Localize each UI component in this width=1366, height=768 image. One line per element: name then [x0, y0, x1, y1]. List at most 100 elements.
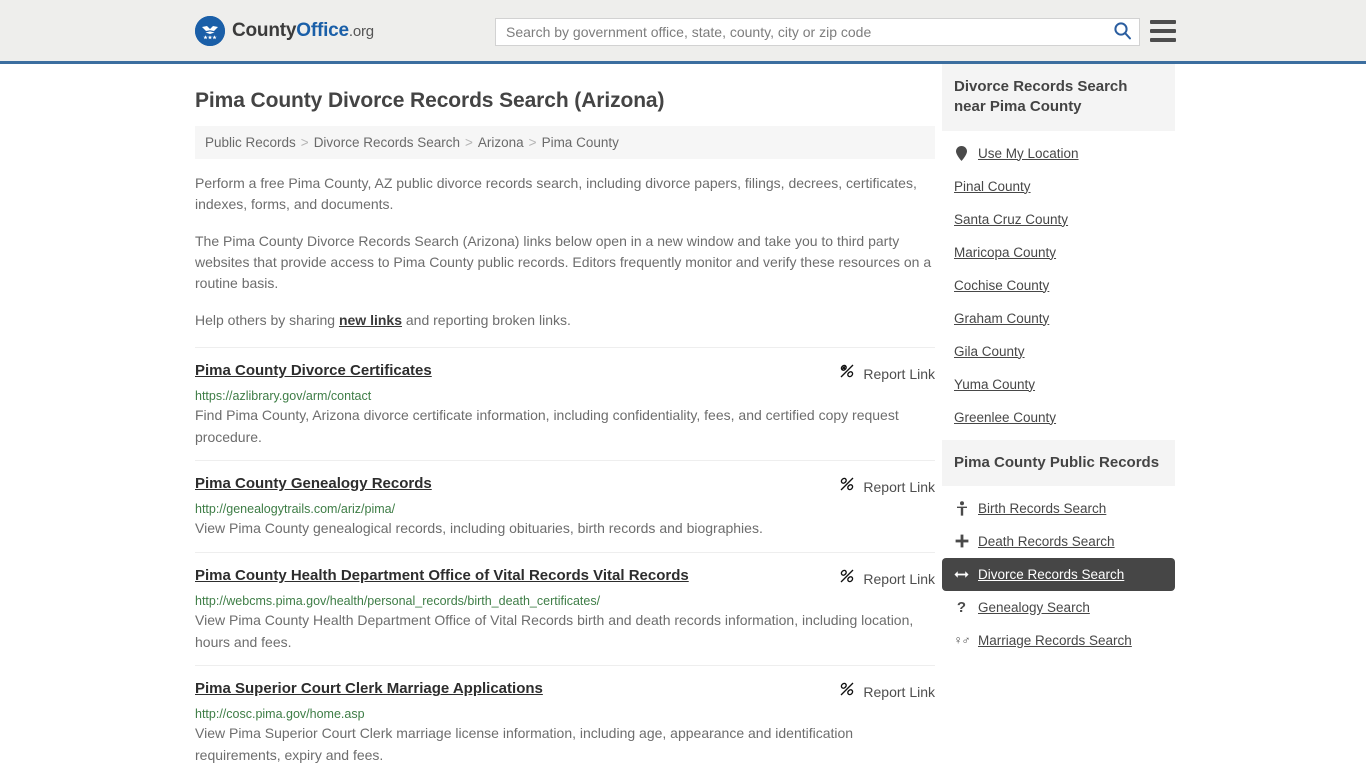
help-prefix: Help others by sharing [195, 312, 339, 328]
left-right-arrow-icon [954, 569, 969, 580]
intro-section: Perform a free Pima County, AZ public di… [195, 173, 935, 331]
report-link-button[interactable]: Report Link [839, 475, 935, 497]
breadcrumb: Public Records > Divorce Records Search > Ar… [195, 126, 935, 159]
sidebar-item-divorce-records-search[interactable]: Divorce Records Search [942, 557, 1175, 591]
report-link-label: Report Link [863, 478, 935, 495]
brand-tld: .org [348, 22, 374, 40]
breadcrumb-separator: > [465, 135, 473, 150]
result-description: View Pima Superior Court Clerk marriage … [195, 725, 854, 764]
search-button[interactable] [1105, 19, 1139, 45]
sidebar-item-pinal-county[interactable]: Pinal County [942, 170, 1175, 203]
breadcrumb-item-pima-county[interactable]: Pima County [542, 135, 619, 150]
sidebar-public-records-box: Pima County Public Records Birth Records… [942, 439, 1175, 657]
result-url[interactable]: http://genealogytrails.com/ariz/pima/ [195, 502, 935, 516]
report-link-button[interactable]: Report Link [839, 362, 935, 384]
sidebar-item-label: Pinal County [954, 178, 1031, 194]
page-title: Pima County Divorce Records Search (Ariz… [195, 89, 665, 112]
result-header: Pima County Genealogy Records Report Lin… [195, 475, 935, 497]
sidebar-item-genealogy-search[interactable]: ? Genealogy Search [942, 591, 1175, 624]
intro-paragraph-2: The Pima County Divorce Records Search (… [195, 233, 932, 291]
sidebar-item-label: Use My Location [978, 145, 1079, 161]
cross-icon [954, 534, 969, 548]
brand-part-two: Office [296, 19, 349, 41]
result-title-link[interactable]: Pima County Health Department Office of … [195, 567, 689, 586]
page-body: Pima County Divorce Records Search (Ariz… [0, 64, 1366, 768]
result-item: Pima County Health Department Office of … [195, 552, 935, 665]
sidebar-item-death-records-search[interactable]: Death Records Search [942, 525, 1175, 558]
report-link-button[interactable]: Report Link [839, 680, 935, 702]
new-links-link[interactable]: new links [339, 312, 402, 328]
sidebar: Divorce Records Search near Pima County … [942, 64, 1175, 768]
report-link-label: Report Link [863, 365, 935, 382]
help-suffix: and reporting broken links. [402, 312, 571, 328]
sidebar-item-birth-records-search[interactable]: Birth Records Search [942, 492, 1175, 525]
result-item: Pima Superior Court Clerk Marriage Appli… [195, 665, 935, 768]
main-content: Pima County Divorce Records Search (Ariz… [195, 64, 935, 768]
sidebar-item-santa-cruz-county[interactable]: Santa Cruz County [942, 203, 1175, 236]
result-header: Pima Superior Court Clerk Marriage Appli… [195, 680, 935, 702]
sidebar-item-greenlee-county[interactable]: Greenlee County [942, 401, 1175, 434]
search-icon [1113, 21, 1132, 43]
breadcrumb-separator: > [528, 135, 537, 150]
hamburger-bar [1150, 20, 1176, 24]
sidebar-nearby-box: Divorce Records Search near Pima County … [942, 64, 1175, 434]
male-female-icon: ♀♂ [953, 633, 971, 648]
sidebar-item-label: Death Records Search [978, 533, 1115, 549]
help-paragraph: Help others by sharing new links and rep… [195, 310, 935, 331]
search-input[interactable] [496, 19, 1105, 45]
site-logo-text: CountyOffice.org [232, 20, 374, 42]
search-bar[interactable] [495, 18, 1140, 46]
report-link-button[interactable]: Report Link [839, 567, 935, 589]
eagle-seal-logo-icon [195, 15, 225, 46]
hamburger-bar [1150, 29, 1176, 33]
sidebar-item-label: Marriage Records Search [978, 632, 1132, 648]
sidebar-item-gila-county[interactable]: Gila County [942, 335, 1175, 368]
sidebar-public-records-list: Birth Records Search Death Records Searc… [942, 486, 1175, 657]
result-title-link[interactable]: Pima County Divorce Certificates [195, 362, 432, 381]
site-header: CountyOffice.org [0, 0, 1366, 64]
result-item: Pima County Genealogy Records Report Lin… [195, 460, 935, 552]
question-mark-icon: ? [956, 598, 967, 616]
result-header: Pima County Divorce Certificates Report … [195, 362, 935, 384]
report-link-label: Report Link [863, 570, 935, 587]
breadcrumb-item-divorce-records-search[interactable]: Divorce Records Search [314, 135, 460, 150]
breadcrumb-item-public-records[interactable]: Public Records [205, 135, 296, 150]
site-logo[interactable]: CountyOffice.org [195, 15, 374, 46]
sidebar-item-use-my-location[interactable]: Use My Location [942, 137, 1175, 170]
result-url[interactable]: http://webcms.pima.gov/health/personal_r… [195, 594, 935, 608]
result-url[interactable]: https://azlibrary.gov/arm/contact [195, 389, 935, 403]
result-item: Pima County Divorce Certificates Report … [195, 347, 935, 460]
sidebar-item-label: Maricopa County [954, 244, 1057, 260]
sidebar-item-label: Divorce Records Search [978, 566, 1125, 582]
result-header: Pima County Health Department Office of … [195, 567, 935, 589]
sidebar-item-label: Santa Cruz County [954, 211, 1069, 227]
sidebar-item-label: Genealogy Search [978, 599, 1090, 615]
sidebar-nearby-list: Use My Location Pinal County Santa Cruz … [942, 131, 1175, 434]
sidebar-item-label: Yuma County [954, 376, 1036, 392]
sidebar-item-label: Gila County [954, 343, 1025, 359]
sidebar-item-label: Cochise County [954, 277, 1050, 293]
result-description: View Pima County genealogical records, i… [195, 520, 763, 537]
hamburger-bar [1150, 38, 1176, 42]
sidebar-nearby-heading: Divorce Records Search near Pima County [942, 64, 1175, 131]
sidebar-item-label: Greenlee County [954, 409, 1057, 425]
map-pin-icon [954, 145, 969, 161]
intro-paragraph-1: Perform a free Pima County, AZ public di… [195, 175, 917, 212]
result-title-link[interactable]: Pima Superior Court Clerk Marriage Appli… [195, 680, 543, 699]
sidebar-item-marriage-records-search[interactable]: ♀♂ Marriage Records Search [942, 624, 1175, 657]
hamburger-menu-icon[interactable] [1150, 20, 1176, 42]
sidebar-item-graham-county[interactable]: Graham County [942, 302, 1175, 335]
sidebar-item-cochise-county[interactable]: Cochise County [942, 269, 1175, 302]
report-link-label: Report Link [863, 683, 935, 700]
baby-icon [954, 500, 969, 516]
result-title-link[interactable]: Pima County Genealogy Records [195, 475, 432, 494]
broken-link-icon [839, 363, 855, 384]
sidebar-item-maricopa-county[interactable]: Maricopa County [942, 236, 1175, 269]
sidebar-item-label: Graham County [954, 310, 1050, 326]
broken-link-icon [839, 568, 855, 589]
sidebar-item-yuma-county[interactable]: Yuma County [942, 368, 1175, 401]
breadcrumb-item-arizona[interactable]: Arizona [478, 135, 524, 150]
broken-link-icon [839, 681, 855, 702]
brand-part-one: County [232, 19, 297, 41]
result-url[interactable]: http://cosc.pima.gov/home.asp [195, 707, 935, 721]
